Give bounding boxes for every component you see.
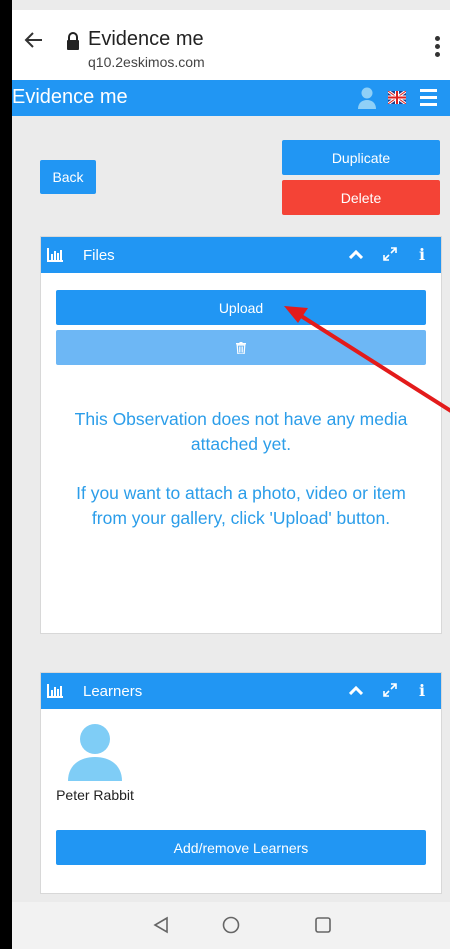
learners-panel-title: Learners — [83, 683, 143, 700]
bar-chart-icon — [47, 684, 63, 698]
info-icon[interactable]: i — [419, 681, 425, 700]
bar-chart-icon — [47, 248, 63, 262]
delete-media-button[interactable] — [56, 330, 426, 365]
add-remove-learners-button[interactable]: Add/remove Learners — [56, 830, 426, 865]
upload-button[interactable]: Upload — [56, 290, 426, 325]
app-header: Evidence me — [12, 80, 450, 116]
learner-avatar-icon[interactable] — [68, 723, 122, 781]
browser-page-title: Evidence me — [88, 28, 204, 50]
empty-media-text: This Observation does not have any media… — [74, 409, 408, 454]
nav-recent-apps-icon[interactable] — [314, 916, 332, 934]
app-title: Evidence me — [12, 86, 128, 108]
files-panel-header: Files i — [41, 237, 441, 273]
lock-icon — [67, 32, 79, 50]
learner-name[interactable]: Peter Rabbit — [55, 786, 135, 804]
nav-home-icon[interactable] — [222, 916, 240, 934]
uk-flag-icon[interactable] — [388, 91, 406, 104]
nav-back-icon[interactable] — [152, 916, 170, 934]
back-arrow-icon[interactable] — [22, 28, 46, 52]
expand-icon[interactable] — [383, 683, 397, 697]
chevron-up-icon[interactable] — [349, 685, 363, 695]
delete-button[interactable]: Delete — [282, 180, 440, 215]
more-options-icon[interactable] — [432, 36, 442, 60]
files-panel-title: Files — [83, 247, 115, 264]
user-icon[interactable] — [358, 87, 376, 109]
learners-panel-header: Learners i — [41, 673, 441, 709]
system-nav-bar — [12, 902, 450, 949]
trash-icon — [236, 341, 246, 354]
hamburger-menu-icon[interactable] — [420, 89, 437, 106]
chevron-up-icon[interactable] — [349, 249, 363, 259]
files-panel: Files i Upload This Observation does not… — [40, 236, 442, 634]
browser-bar: Evidence me q10.2eskimos.com — [12, 10, 450, 80]
browser-url[interactable]: q10.2eskimos.com — [88, 54, 205, 70]
back-button[interactable]: Back — [40, 160, 96, 194]
info-icon[interactable]: i — [419, 245, 425, 264]
expand-icon[interactable] — [383, 247, 397, 261]
upload-hint-text: If you want to attach a photo, video or … — [76, 483, 406, 528]
learners-panel: Learners i Peter Rabbit Add/remove Learn… — [40, 672, 442, 894]
empty-media-message: This Observation does not have any media… — [61, 407, 421, 555]
phone-screen: Evidence me q10.2eskimos.com Evidence me… — [12, 0, 450, 949]
duplicate-button[interactable]: Duplicate — [282, 140, 440, 175]
